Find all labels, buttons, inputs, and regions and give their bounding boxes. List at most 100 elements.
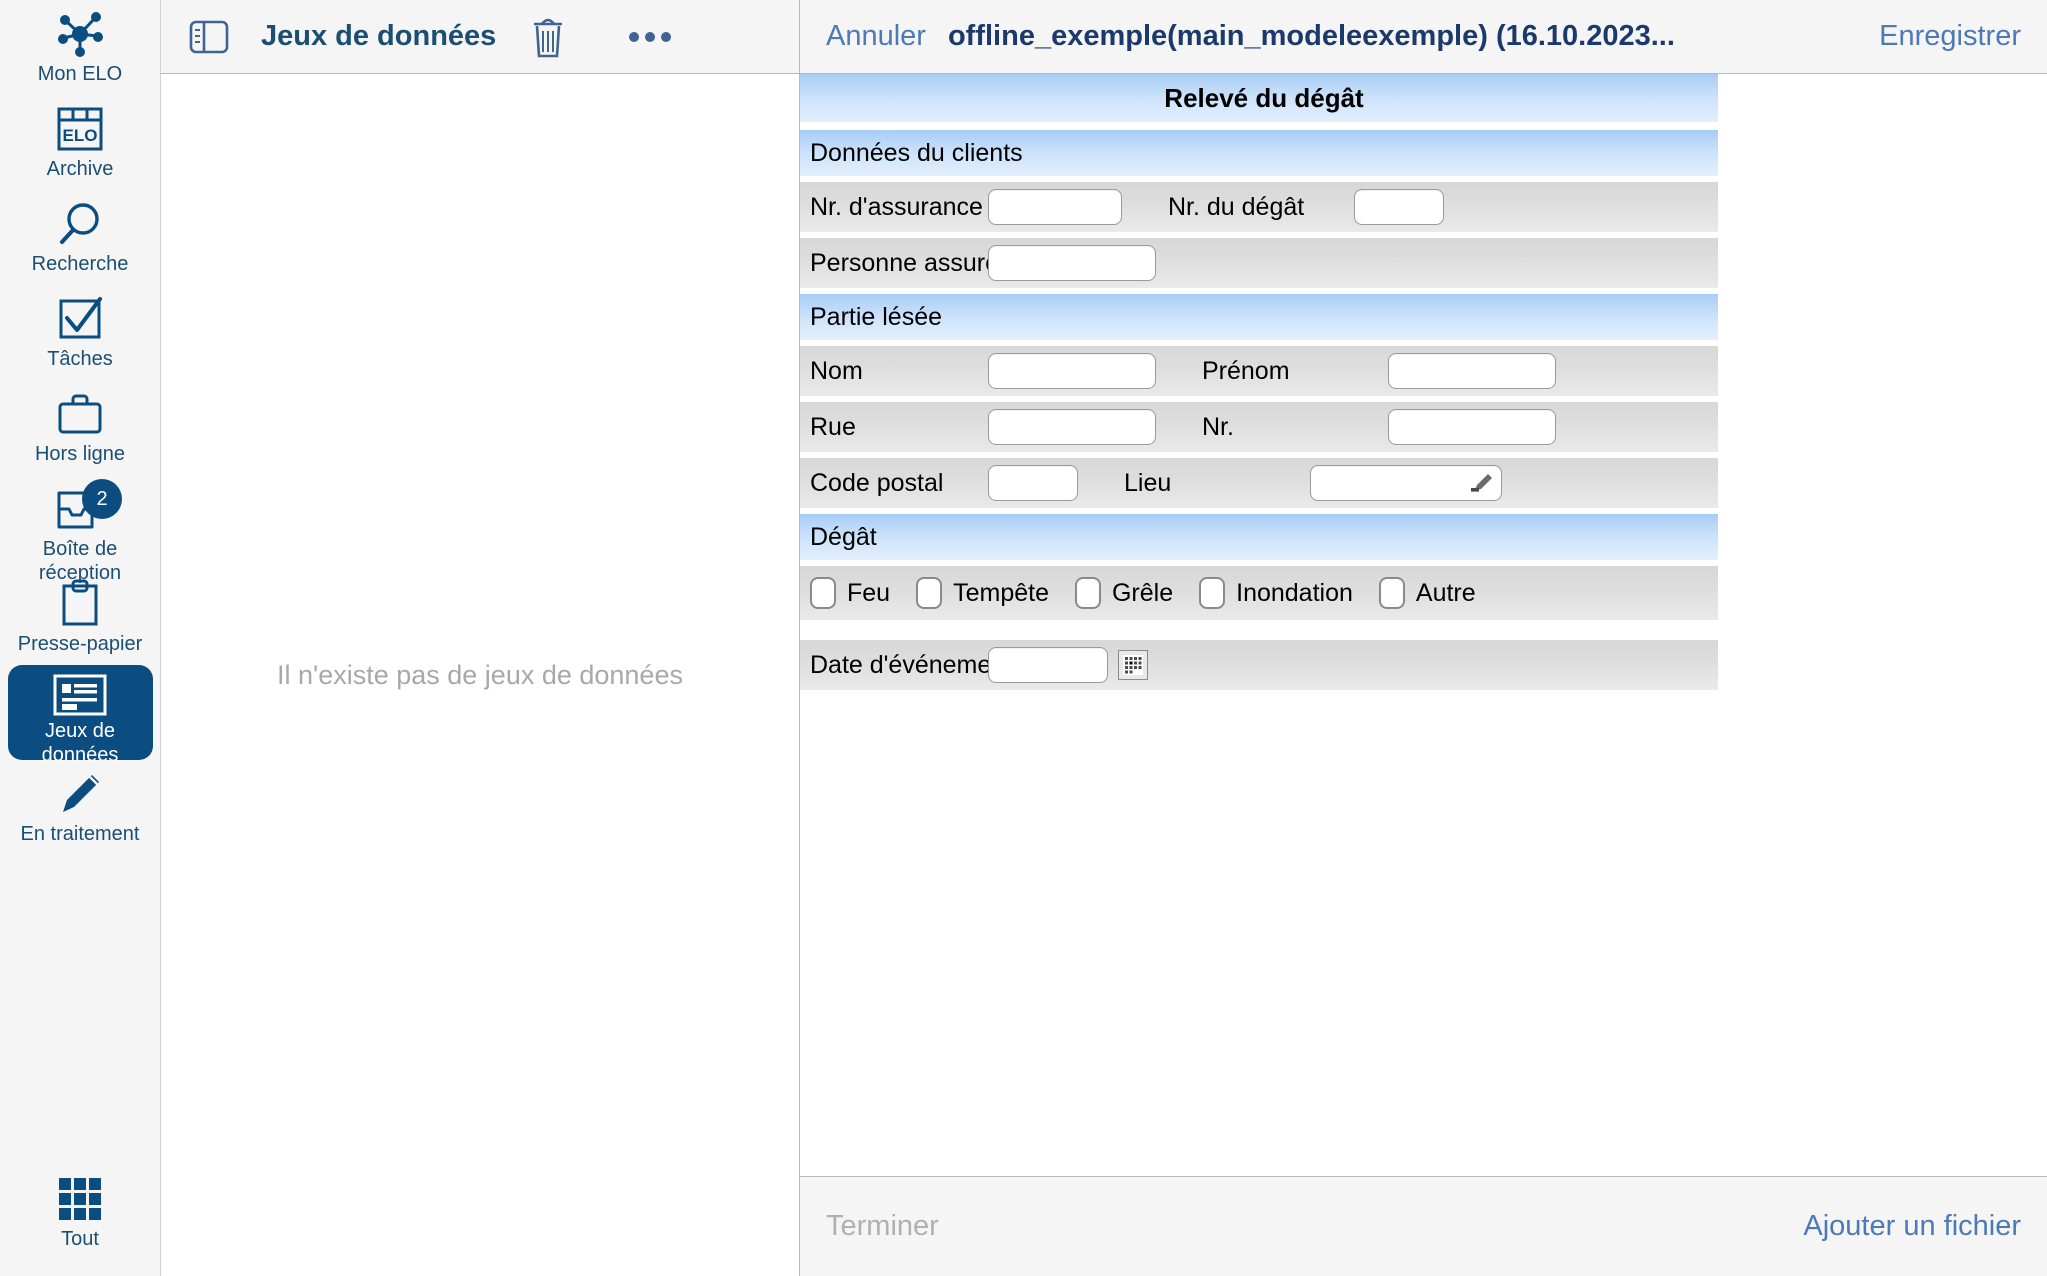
field-label: Nr. — [1202, 412, 1234, 441]
search-icon — [54, 198, 106, 250]
more-dots-icon[interactable] — [624, 11, 676, 63]
field-label: Code postal — [810, 468, 944, 497]
form-row: Nr. d'assurance Nr. du dégât — [800, 182, 1718, 232]
field-label: Nr. du dégât — [1168, 192, 1305, 221]
section-header-text: Données du clients — [810, 138, 1023, 167]
rue-input[interactable] — [988, 409, 1156, 445]
field-label: Nom — [810, 356, 863, 385]
section-header: Partie lésée — [800, 294, 1718, 340]
checkbox-inondation[interactable] — [1199, 577, 1226, 609]
personne-assur-e-input[interactable] — [988, 245, 1156, 281]
sidebar-item-label: Tâches — [47, 348, 113, 370]
sidebar-item-mon-elo[interactable]: Mon ELO — [8, 0, 153, 95]
nr-input[interactable] — [1388, 409, 1556, 445]
field-label: Nr. d'assurance — [810, 192, 983, 221]
form-row: Nom Prénom — [800, 346, 1718, 396]
row-gap — [800, 690, 1718, 696]
sidebar-item-label: Mon ELO — [37, 63, 123, 85]
main-sidebar: Mon ELO ELO Archive Recherche Tâches Hors lig… — [0, 0, 161, 1276]
checkbox-label: Grêle — [1111, 578, 1174, 607]
form-row: Personne assurée — [800, 238, 1718, 288]
form-scroll-area[interactable]: Relevé du dégât Données du clients Nr. d'a… — [800, 74, 2047, 1176]
field-label: Rue — [810, 412, 856, 441]
sidebar-item-label: Tout — [61, 1228, 99, 1250]
section-header-text: Partie lésée — [810, 302, 943, 331]
form-panel: Annuler offline_exemple(main_modeleexemp… — [800, 0, 2047, 1276]
sidebar-item-jeux-de-donnes[interactable]: Jeux de données — [7, 665, 153, 766]
sidebar-item-en-traitement[interactable]: En traitement — [8, 760, 153, 855]
trash-icon[interactable] — [522, 11, 574, 63]
form-heading: Relevé du dégât — [800, 74, 1718, 122]
dataset-card-icon — [52, 673, 108, 717]
sidebar-item-presse-papier[interactable]: Presse-papier — [8, 570, 153, 665]
checkmark-box-icon — [54, 293, 106, 345]
sidebar-item-recherche[interactable]: Recherche — [8, 190, 153, 285]
clipboard-icon — [54, 578, 106, 630]
checkbox-autre[interactable] — [1378, 577, 1405, 609]
cancel-button[interactable]: Annuler — [826, 20, 926, 53]
sidebar-item-tches[interactable]: Tâches — [8, 285, 153, 380]
app-root: Mon ELO ELO Archive Recherche Tâches Hors lig… — [0, 0, 2047, 1276]
form-title-bar: offline_exemple(main_modeleexemple) (16.… — [947, 20, 1675, 52]
section-header: Dégât — [800, 514, 1718, 560]
sidebar-item-label: Presse-papier — [17, 633, 143, 655]
field-label: Personne assurée — [810, 248, 1013, 277]
nom-input[interactable] — [988, 353, 1156, 389]
inbox-tray-icon: 2 — [52, 479, 122, 535]
pr-nom-input[interactable] — [1388, 353, 1556, 389]
network-hub-icon — [53, 8, 107, 60]
svg-text:ELO: ELO — [63, 126, 98, 145]
sidebar-item-label: Recherche — [31, 253, 129, 275]
datasets-toolbar: Jeux de données — [161, 0, 799, 74]
elo-archive-icon: ELO — [54, 103, 106, 155]
sidebar-toggle-icon[interactable] — [183, 11, 235, 63]
section-header-text: Dégât — [810, 522, 877, 551]
damage-checkbox-row: Feu Tempête Grêle Inondation Autre — [800, 566, 1718, 620]
date-d-v-nement-input[interactable] — [988, 647, 1108, 683]
code-postal-input[interactable] — [988, 465, 1078, 501]
form-toolbar: Annuler offline_exemple(main_modeleexemp… — [800, 0, 2047, 74]
pencil-icon — [54, 768, 106, 820]
checkbox-gr-le[interactable] — [1074, 577, 1101, 609]
row-gap — [800, 626, 1718, 640]
field-label: Prénom — [1202, 356, 1290, 385]
checkbox-label: Tempête — [953, 578, 1049, 607]
sidebar-item-bote-de-rception[interactable]: 2 Boîte de réception — [8, 475, 153, 584]
form-bottom-bar: Terminer Ajouter un fichier — [800, 1176, 2047, 1276]
page-title: Jeux de données — [261, 20, 497, 52]
row-gap — [800, 122, 1718, 130]
form-row: Code postal Lieu — [800, 458, 1718, 508]
briefcase-icon — [54, 388, 106, 440]
sidebar-item-hors-ligne[interactable]: Hors ligne — [8, 380, 153, 475]
grid-apps-icon — [55, 1173, 105, 1225]
form-row: Rue Nr. — [800, 402, 1718, 452]
calendar-icon[interactable] — [1118, 650, 1148, 680]
pencil-edit-icon — [1471, 474, 1492, 492]
field-label: Date d'événement — [810, 650, 1013, 679]
sidebar-item-label: Hors ligne — [34, 443, 126, 465]
checkbox-label: Autre — [1415, 578, 1476, 607]
checkbox-feu[interactable] — [810, 577, 836, 609]
form-row: Date d'événement — [800, 640, 1718, 690]
finish-button[interactable]: Terminer — [826, 1210, 939, 1243]
section-header: Données du clients — [800, 130, 1718, 176]
lieu-input[interactable] — [1310, 465, 1502, 501]
empty-state-message: Il n'existe pas de jeux de données — [277, 659, 683, 690]
datasets-panel: Jeux de données Il n'existe pas de jeux … — [161, 0, 800, 1276]
dataset-form: Relevé du dégât Données du clients Nr. d'a… — [800, 74, 1718, 696]
checkbox-temp-te[interactable] — [916, 577, 943, 609]
add-file-button[interactable]: Ajouter un fichier — [1803, 1210, 2021, 1243]
field-label: Lieu — [1124, 468, 1172, 497]
save-button[interactable]: Enregistrer — [1879, 20, 2021, 53]
sidebar-item-archive[interactable]: ELO Archive — [8, 95, 153, 190]
checkbox-label: Feu — [847, 578, 891, 607]
datasets-empty-state: Il n'existe pas de jeux de données — [161, 74, 799, 1276]
nr-du-d-g-t-input[interactable] — [1354, 189, 1444, 225]
sidebar-item-tout[interactable]: Tout — [8, 1165, 153, 1260]
sidebar-item-label: Archive — [46, 158, 114, 180]
sidebar-item-label: En traitement — [20, 823, 140, 845]
unread-badge: 2 — [82, 479, 122, 519]
form-heading-text: Relevé du dégât — [1164, 82, 1364, 113]
nr-d-assurance-input[interactable] — [988, 189, 1122, 225]
checkbox-label: Inondation — [1236, 578, 1353, 607]
